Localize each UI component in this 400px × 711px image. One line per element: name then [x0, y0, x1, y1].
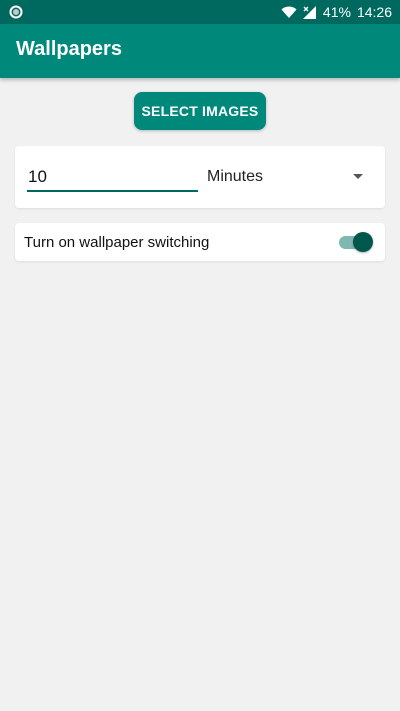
circle-notification-icon: [9, 5, 23, 19]
page-title: Wallpapers: [16, 38, 122, 60]
unit-selected-value: Minutes: [207, 168, 264, 185]
status-right-group: 41% 14:26: [281, 0, 392, 24]
status-time: 14:26: [356, 4, 392, 20]
interval-card: Minutes: [15, 146, 385, 208]
battery-percent: 41%: [322, 4, 351, 20]
interval-input[interactable]: [27, 164, 198, 192]
select-images-button[interactable]: SELECT IMAGES: [134, 92, 266, 130]
wifi-icon: [281, 6, 297, 18]
signal-no-data-icon: [302, 5, 316, 19]
app-bar: Wallpapers: [0, 24, 400, 78]
switching-card: Turn on wallpaper switching: [15, 223, 385, 261]
unit-dropdown[interactable]: Minutes: [207, 162, 367, 192]
switching-label: Turn on wallpaper switching: [24, 234, 210, 251]
dropdown-arrow-icon: [353, 174, 363, 179]
status-bar: 41% 14:26: [0, 0, 400, 24]
toggle-thumb: [353, 232, 373, 252]
wallpaper-switching-toggle[interactable]: [339, 232, 373, 252]
